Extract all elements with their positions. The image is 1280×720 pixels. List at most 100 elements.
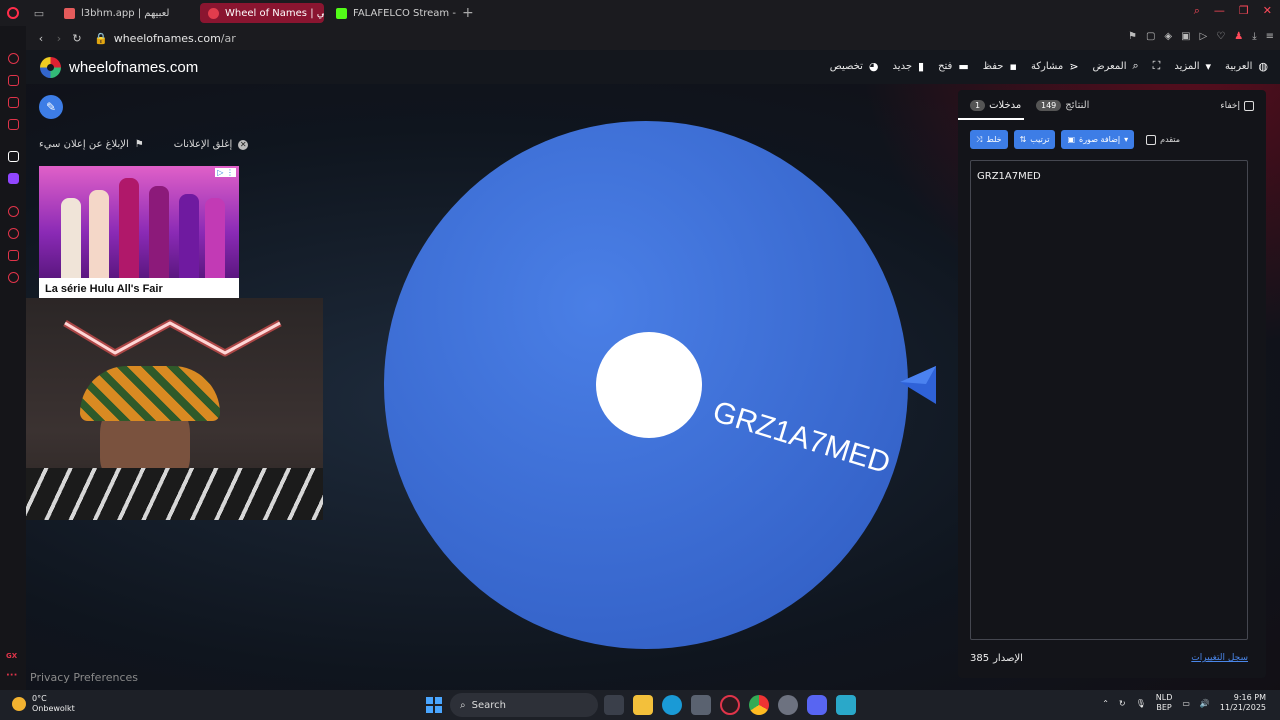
add-image-button[interactable]: ▣ إضافة صورة ▾ bbox=[1061, 130, 1135, 149]
discord-icon[interactable] bbox=[807, 695, 827, 715]
tab-favicon-icon bbox=[208, 7, 219, 19]
tab-entries[interactable]: 1 مدخلات bbox=[970, 100, 1021, 111]
adchoices-icon[interactable]: ▷ ⋮ bbox=[215, 168, 236, 177]
volume-icon[interactable]: 🔊 bbox=[1200, 699, 1210, 708]
privacy-preferences-link[interactable]: Privacy Preferences bbox=[30, 671, 138, 684]
sync-icon[interactable]: ↻ bbox=[1119, 699, 1126, 708]
version-number: 385 bbox=[970, 653, 990, 664]
heart-icon[interactable]: ♡ bbox=[1216, 31, 1225, 42]
sort-button[interactable]: ⇅ ترتيب bbox=[1013, 130, 1056, 149]
tray-overflow-icon[interactable]: ⌃ bbox=[1102, 699, 1109, 708]
maximize-icon[interactable]: ❐ bbox=[1239, 4, 1249, 18]
ad-links: الإبلاغ عن إعلان سيء ⚑ إغلق الإعلانات ✕ bbox=[39, 139, 249, 150]
forward-icon[interactable]: › bbox=[50, 32, 68, 45]
wheel-logo-icon bbox=[40, 57, 61, 78]
player-icon[interactable]: ▷ bbox=[1200, 31, 1208, 42]
menu-icon[interactable]: ≡ bbox=[1266, 31, 1274, 42]
taskbar-search[interactable]: ⌕ Search bbox=[450, 693, 598, 717]
wheel-center[interactable] bbox=[596, 332, 702, 438]
history-icon[interactable] bbox=[8, 228, 19, 239]
file-icon: ▮ bbox=[918, 59, 925, 73]
obs-icon[interactable] bbox=[778, 695, 798, 715]
edit-button[interactable]: ✎ bbox=[39, 95, 63, 119]
reload-icon[interactable]: ↻ bbox=[68, 32, 86, 45]
menu-open[interactable]: ▬ فتح bbox=[938, 59, 969, 73]
gx-control-icon[interactable] bbox=[8, 53, 19, 64]
changelog-link[interactable]: سجل التغييرات bbox=[1191, 653, 1248, 663]
clock[interactable]: 9:16 PM 11/21/2025 bbox=[1220, 693, 1266, 713]
close-window-icon[interactable]: ✕ bbox=[1263, 4, 1272, 18]
entries-textarea[interactable]: GRZ1A7MED bbox=[970, 160, 1248, 640]
opera-logo-icon[interactable] bbox=[0, 0, 26, 26]
streamer-cap bbox=[80, 366, 220, 421]
account-icon[interactable]: ♟ bbox=[1234, 31, 1243, 42]
news-icon[interactable] bbox=[8, 97, 19, 108]
browser-tab-falafelco[interactable]: FALAFELCO Stream - Wat bbox=[328, 3, 456, 23]
network-icon[interactable]: ▭ bbox=[1182, 699, 1190, 708]
opera-gx-icon[interactable] bbox=[720, 695, 740, 715]
bookmark-icon[interactable]: ⚑ bbox=[1128, 31, 1137, 42]
player-sidebar-icon[interactable] bbox=[8, 206, 19, 217]
close-ads-link[interactable]: إغلق الإعلانات ✕ bbox=[174, 139, 249, 150]
lang-top: NLD bbox=[1155, 693, 1173, 702]
browser-tab-wheel-of-names[interactable]: Wheel of Names | عشوائي bbox=[200, 3, 324, 23]
menu-customize[interactable]: ◕ تخصيص bbox=[830, 59, 879, 73]
extensions-icon[interactable]: ▣ bbox=[1181, 31, 1190, 42]
neon-sign bbox=[63, 319, 282, 357]
url-field[interactable]: 🔒 wheelofnames.com/ar bbox=[94, 32, 236, 45]
minimize-icon[interactable]: — bbox=[1214, 4, 1225, 18]
chrome-icon[interactable] bbox=[749, 695, 769, 715]
workspace-icon[interactable]: ▭ bbox=[26, 0, 52, 26]
messenger-icon[interactable] bbox=[8, 250, 19, 261]
checkbox-icon[interactable] bbox=[1146, 134, 1157, 145]
edge-icon[interactable] bbox=[662, 695, 682, 715]
gx-mod-icon[interactable] bbox=[8, 119, 19, 130]
brand[interactable]: wheelofnames.com bbox=[40, 57, 198, 78]
tab-results[interactable]: 149 النتائج bbox=[1036, 100, 1089, 111]
tab-favicon-icon bbox=[336, 7, 347, 19]
checkbox-icon[interactable] bbox=[1244, 101, 1254, 111]
browser-tab-bar: ▭ l3bhm.app | لعبيهم Wheel of Names | عش… bbox=[0, 0, 1280, 26]
menu-new[interactable]: ▮ جديد bbox=[893, 59, 925, 73]
url-host: wheelofnames.com bbox=[113, 31, 221, 45]
advanced-checkbox[interactable]: متقدم bbox=[1146, 134, 1180, 145]
store-icon[interactable] bbox=[691, 695, 711, 715]
shopping-icon[interactable] bbox=[8, 75, 19, 86]
hide-panel-checkbox[interactable]: إخفاء bbox=[1220, 101, 1254, 111]
new-tab-icon[interactable]: + bbox=[462, 5, 474, 21]
app-icon[interactable] bbox=[836, 695, 856, 715]
menu-gallery[interactable]: ⌕ المعرض bbox=[1092, 59, 1138, 73]
menu-save[interactable]: ▪ حفظ bbox=[983, 59, 1017, 73]
menu-label: جديد bbox=[892, 60, 912, 72]
download-icon[interactable]: ⤓ bbox=[1252, 31, 1256, 42]
snapshot-icon[interactable]: ▢ bbox=[1146, 31, 1155, 42]
menu-language[interactable]: ◍ العربية bbox=[1225, 59, 1268, 73]
address-bar: ‹ › ↻ 🔒 wheelofnames.com/ar ⚑ ▢ ◈ ▣ ▷ ♡ … bbox=[26, 26, 1280, 50]
microphone-icon[interactable]: 🎙 bbox=[1136, 699, 1146, 708]
file-explorer-icon[interactable] bbox=[633, 695, 653, 715]
windows-start-icon[interactable] bbox=[426, 697, 442, 713]
weather-widget[interactable]: 0°C Onbewolkt bbox=[12, 694, 75, 714]
menu-share[interactable]: ⋖ مشاركة bbox=[1031, 59, 1079, 73]
twitch-icon[interactable] bbox=[8, 173, 19, 184]
shuffle-button[interactable]: ⤨ خلط bbox=[970, 130, 1008, 149]
language-indicator[interactable]: NLD BEP bbox=[1156, 693, 1173, 713]
search-tabs-icon[interactable]: ⌕ bbox=[1194, 4, 1200, 18]
advertisement[interactable]: ▷ ⋮ La série Hulu All's Fair bbox=[39, 166, 239, 298]
menu-more[interactable]: ▾ المزيد bbox=[1174, 59, 1211, 73]
clock-time: 9:16 PM bbox=[1233, 693, 1266, 702]
dropdown-icon: ▾ bbox=[1205, 59, 1212, 73]
task-view-icon[interactable] bbox=[604, 695, 624, 715]
settings-icon[interactable] bbox=[8, 272, 19, 283]
wheel[interactable]: GRZ1A7MED bbox=[381, 120, 911, 650]
streamer-hoodie bbox=[26, 468, 323, 520]
tab-results-label: النتائج bbox=[1065, 100, 1090, 111]
globe-icon: ◍ bbox=[1258, 59, 1268, 73]
gx-corner-icon[interactable] bbox=[8, 151, 19, 162]
browser-tab-l3bhm[interactable]: l3bhm.app | لعبيهم bbox=[56, 3, 196, 23]
back-icon[interactable]: ‹ bbox=[32, 32, 50, 45]
more-icon[interactable]: ··· bbox=[6, 670, 17, 681]
menu-fullscreen[interactable]: ⛶ bbox=[1153, 59, 1161, 73]
report-ad-link[interactable]: الإبلاغ عن إعلان سيء ⚑ bbox=[39, 139, 144, 150]
vpn-icon[interactable]: ◈ bbox=[1164, 31, 1172, 42]
